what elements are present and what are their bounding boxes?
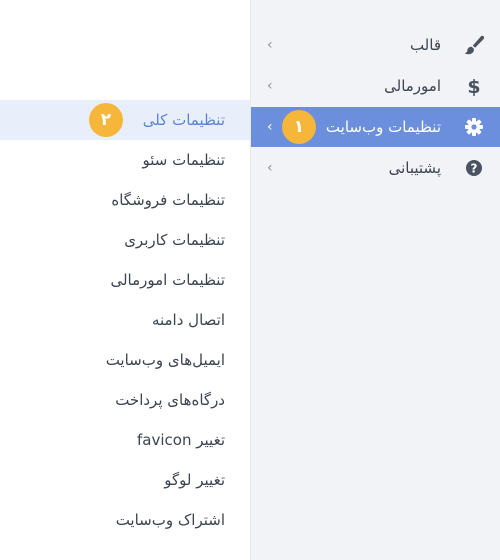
submenu-item-label: درگاه‌های پرداخت <box>115 391 225 409</box>
submenu-item-label: تنظیمات امورمالی <box>110 271 225 289</box>
submenu-item-general-settings[interactable]: تنظیمات کلی <box>0 100 250 140</box>
sidebar-item-label: تنظیمات وب‌سایت <box>325 118 441 136</box>
submenu-item-finance-settings[interactable]: تنظیمات امورمالی <box>0 260 250 300</box>
svg-text:?: ? <box>471 162 478 176</box>
submenu-item-change-favicon[interactable]: تغییر favicon <box>0 420 250 460</box>
question-circle-icon: ? <box>463 158 485 178</box>
chevron-icon: › <box>267 37 273 53</box>
sidebar-item-label: قالب <box>409 36 441 54</box>
submenu-item-user-settings[interactable]: تنظیمات کاربری <box>0 220 250 260</box>
chevron-icon: › <box>267 119 273 135</box>
step-badge-1: ۱ <box>282 110 316 144</box>
chevron-icon: › <box>267 160 273 176</box>
submenu-item-label: اشتراک وب‌سایت <box>115 511 225 529</box>
submenu-item-website-emails[interactable]: ایمیل‌های وب‌سایت <box>0 340 250 380</box>
step-badge-2: ۲ <box>89 103 123 137</box>
submenu-item-label: تنظیمات فروشگاه <box>111 191 225 209</box>
main-sidebar: قالب › $ امورمالی › <box>250 0 500 560</box>
submenu-item-change-logo[interactable]: تغییر لوگو <box>0 460 250 500</box>
submenu-item-shop-settings[interactable]: تنظیمات فروشگاه <box>0 180 250 220</box>
sidebar-item-finance[interactable]: $ امورمالی › <box>251 66 500 106</box>
submenu-item-website-subscription[interactable]: اشتراک وب‌سایت <box>0 500 250 540</box>
submenu-item-label: تنظیمات کلی <box>142 111 225 129</box>
submenu-item-label: تغییر favicon <box>137 431 225 449</box>
sidebar-item-template[interactable]: قالب › <box>251 25 500 65</box>
svg-text:$: $ <box>467 76 480 96</box>
brush-icon <box>463 35 485 55</box>
submenu-item-payment-gateways[interactable]: درگاه‌های پرداخت <box>0 380 250 420</box>
submenu-item-domain-connect[interactable]: اتصال دامنه <box>0 300 250 340</box>
chevron-icon: › <box>267 78 273 94</box>
submenu-item-label: ایمیل‌های وب‌سایت <box>105 351 225 369</box>
submenu-item-label: تنظیمات سئو <box>142 151 225 169</box>
submenu-item-label: تغییر لوگو <box>164 471 225 489</box>
dollar-icon: $ <box>463 76 485 96</box>
gear-icon <box>463 117 485 137</box>
sidebar-item-label: امورمالی <box>384 77 441 95</box>
submenu-item-seo-settings[interactable]: تنظیمات سئو <box>0 140 250 180</box>
submenu-item-label: تنظیمات کاربری <box>124 231 225 249</box>
sidebar-item-label: پشتیبانی <box>388 159 441 177</box>
submenu-item-label: اتصال دامنه <box>151 311 225 329</box>
sidebar-item-support[interactable]: ? پشتیبانی › <box>251 148 500 188</box>
